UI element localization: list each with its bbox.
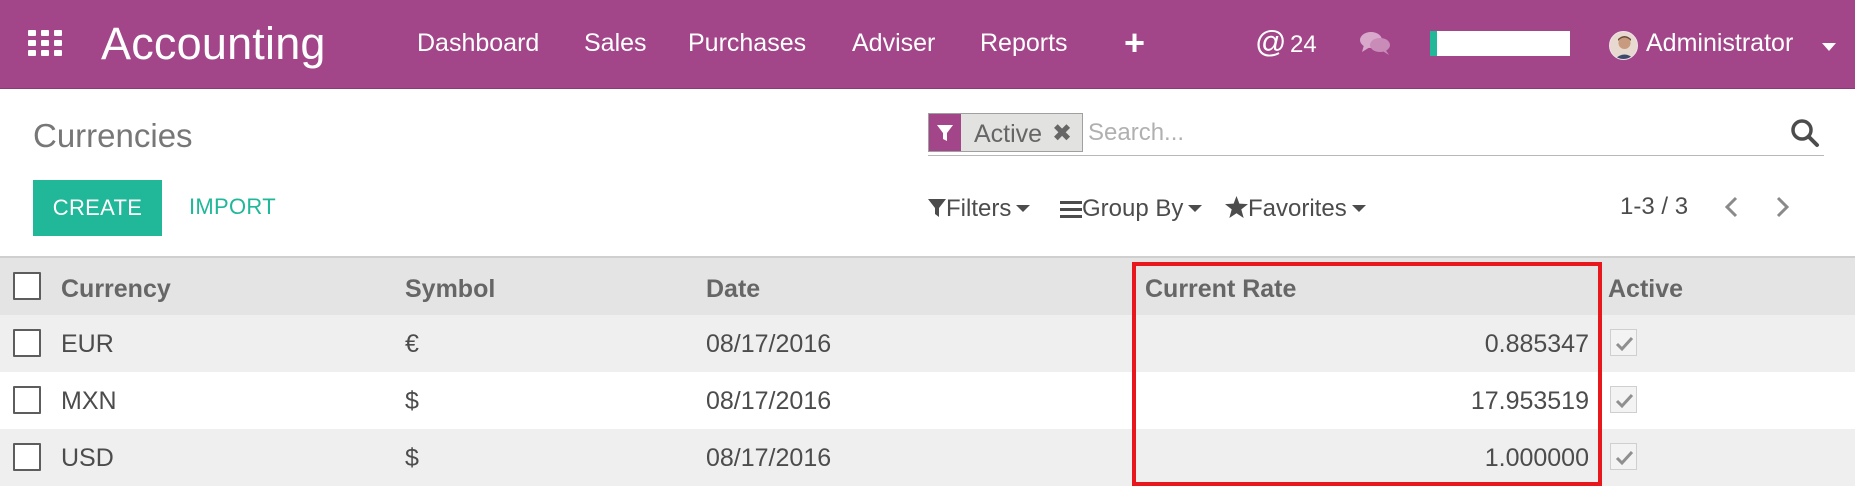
message-count[interactable]: 24: [1290, 31, 1317, 59]
user-menu[interactable]: Administrator: [1646, 29, 1793, 58]
table-row[interactable]: MXN $ 08/17/2016 17.953519: [0, 372, 1855, 429]
table-row[interactable]: EUR € 08/17/2016 0.885347: [0, 315, 1855, 372]
at-icon[interactable]: @: [1255, 24, 1286, 60]
favorites-label: Favorites: [1248, 195, 1347, 222]
star-icon: [1225, 196, 1248, 218]
create-button[interactable]: CREATE: [33, 180, 162, 236]
close-icon[interactable]: ✖: [1052, 119, 1072, 148]
search-facet[interactable]: Active ✖: [928, 113, 1083, 152]
nav-adviser[interactable]: Adviser: [852, 29, 935, 58]
table-row[interactable]: USD $ 08/17/2016 1.000000: [0, 429, 1855, 486]
filter-icon: [929, 114, 961, 151]
filter-icon: [928, 199, 946, 217]
chevron-down-icon[interactable]: [1822, 43, 1836, 51]
header-active[interactable]: Active: [1608, 275, 1683, 304]
active-checkbox: [1610, 386, 1637, 413]
cell-rate: 17.953519: [1470, 387, 1589, 415]
search-bar: Active ✖: [928, 112, 1824, 156]
cell-date: 08/17/2016: [706, 330, 832, 358]
chat-icon[interactable]: [1359, 30, 1391, 56]
cell-rate: 0.885347: [1484, 330, 1589, 358]
progress-fill: [1430, 31, 1437, 56]
top-navbar: Accounting Dashboard Sales Purchases Adv…: [0, 0, 1855, 89]
search-input[interactable]: [1088, 115, 1708, 151]
active-checkbox: [1610, 329, 1637, 356]
row-checkbox[interactable]: [13, 329, 41, 357]
checkmark-icon: [1615, 393, 1634, 409]
pager-value[interactable]: 1-3 / 3: [1620, 193, 1688, 221]
header-date[interactable]: Date: [706, 275, 760, 304]
cell-symbol: $: [405, 387, 419, 415]
chevron-down-icon: [1016, 205, 1031, 212]
cell-date: 08/17/2016: [706, 387, 832, 415]
cell-rate: 1.000000: [1484, 444, 1589, 472]
table-header: Currency Symbol Date Current Rate Active: [0, 256, 1855, 315]
nav-purchases[interactable]: Purchases: [688, 29, 806, 58]
favorites-dropdown[interactable]: Favorites: [1225, 195, 1366, 223]
app-title: Accounting: [101, 18, 326, 69]
import-button[interactable]: IMPORT: [189, 194, 276, 220]
filters-label: Filters: [946, 195, 1012, 222]
chevron-left-icon[interactable]: [1718, 192, 1746, 222]
checkmark-icon: [1615, 336, 1634, 352]
group-by-dropdown[interactable]: Group By: [1060, 195, 1203, 223]
cell-currency: MXN: [61, 387, 117, 415]
cell-currency: USD: [61, 444, 114, 472]
search-icon[interactable]: [1790, 118, 1820, 148]
cell-date: 08/17/2016: [706, 444, 832, 472]
header-currency[interactable]: Currency: [61, 275, 171, 304]
select-all-checkbox[interactable]: [13, 272, 41, 300]
chevron-right-icon[interactable]: [1768, 192, 1796, 222]
nav-sales[interactable]: Sales: [584, 29, 647, 58]
chevron-down-icon: [1351, 205, 1366, 212]
avatar[interactable]: [1609, 31, 1638, 60]
nav-dashboard[interactable]: Dashboard: [417, 29, 539, 58]
cell-symbol: €: [405, 330, 419, 358]
apps-grid-icon[interactable]: [28, 30, 64, 56]
filters-dropdown[interactable]: Filters: [928, 195, 1031, 223]
list-icon: [1060, 201, 1082, 218]
chevron-down-icon: [1188, 205, 1203, 212]
checkmark-icon: [1615, 450, 1634, 466]
header-current-rate[interactable]: Current Rate: [1145, 275, 1296, 304]
nav-reports[interactable]: Reports: [980, 29, 1068, 58]
row-checkbox[interactable]: [13, 386, 41, 414]
cell-currency: EUR: [61, 330, 114, 358]
row-checkbox[interactable]: [13, 443, 41, 471]
active-checkbox: [1610, 443, 1637, 470]
facet-label: Active: [974, 120, 1043, 148]
page-title: Currencies: [33, 117, 193, 154]
header-symbol[interactable]: Symbol: [405, 275, 495, 304]
plus-icon[interactable]: +: [1124, 22, 1145, 64]
progress-bar: [1430, 31, 1570, 56]
cell-symbol: $: [405, 444, 419, 472]
group-by-label: Group By: [1082, 195, 1184, 222]
